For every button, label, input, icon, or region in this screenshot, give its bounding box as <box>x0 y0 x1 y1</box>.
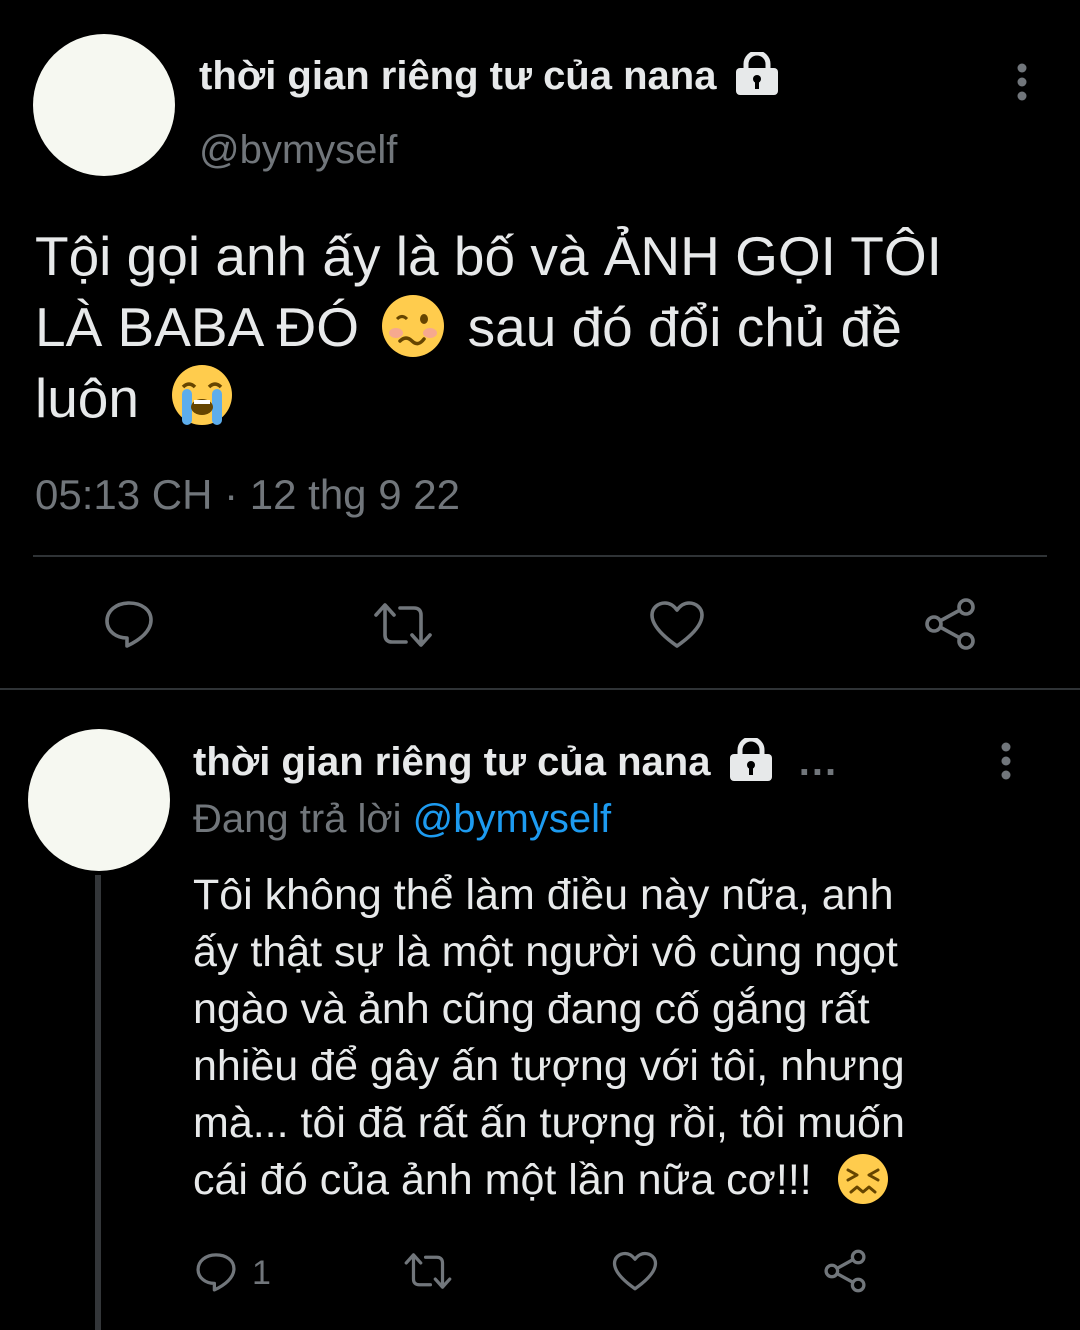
reply-text-segment: cái đó của ảnh một lần nữa cơ!!! <box>193 1156 812 1204</box>
tweet-text-line: luôn <box>35 363 1045 434</box>
divider <box>0 688 1080 690</box>
display-name[interactable]: thời gian riêng tư của nana <box>199 52 780 99</box>
avatar[interactable] <box>33 34 175 176</box>
tweet-text-segment: luôn <box>35 367 139 429</box>
tweet-text-line: LÀ BABA ĐÓ sau đó đổi chủ đề <box>35 292 1045 363</box>
tweet-text-line: Tội gọi anh ấy là bố và ẢNH GỌI TÔI <box>35 225 942 287</box>
lock-icon <box>729 738 772 782</box>
divider <box>33 555 1047 557</box>
reply-text-line: mà... tôi đã rất ấn tượng rồi, tôi muốn <box>193 1099 905 1147</box>
replying-to-prefix: Đang trả lời <box>193 797 402 841</box>
reply-text-line: nhiều để gây ấn tượng với tôi, nhưng <box>193 1042 905 1090</box>
tweet-text: Tội gọi anh ấy là bố và ẢNH GỌI TÔI LÀ B… <box>35 221 1045 434</box>
replying-to: Đang trả lời @bymyself <box>193 797 611 842</box>
handle[interactable]: @bymyself <box>199 128 397 173</box>
tweet-text-segment: LÀ BABA ĐÓ <box>35 296 360 358</box>
reply-count: 1 <box>252 1254 271 1292</box>
avatar[interactable] <box>28 729 170 871</box>
more-options-icon[interactable] <box>1016 62 1028 102</box>
like-icon[interactable] <box>649 600 705 650</box>
woozy-face-emoji-icon <box>382 295 445 358</box>
thread-line <box>95 875 101 1330</box>
reply-icon[interactable] <box>102 597 156 651</box>
replying-to-mention[interactable]: @bymyself <box>413 797 611 841</box>
loudly-crying-face-emoji-icon <box>172 365 233 426</box>
reply-text: Tôi không thể làm điều này nữa, anh ấy t… <box>193 867 1053 1209</box>
lock-icon <box>735 52 778 96</box>
confounded-face-emoji-icon <box>837 1153 888 1204</box>
tweet-text-segment: sau đó đổi chủ đề <box>467 296 902 358</box>
timestamp[interactable]: 05:13 CH · 12 thg 9 22 <box>35 471 460 519</box>
display-name-text: thời gian riêng tư của nana <box>193 740 711 784</box>
display-name-text: thời gian riêng tư của nana <box>199 54 717 98</box>
reply-text-line: Tôi không thể làm điều này nữa, anh <box>193 871 894 919</box>
reply-text-line: cái đó của ảnh một lần nữa cơ!!! <box>193 1152 1053 1209</box>
share-icon[interactable] <box>822 1248 868 1294</box>
retweet-icon[interactable] <box>403 1250 453 1292</box>
share-icon[interactable] <box>922 596 978 652</box>
like-icon[interactable] <box>612 1251 658 1292</box>
reply-icon[interactable] <box>194 1250 238 1294</box>
display-name[interactable]: thời gian riêng tư của nana ... <box>193 738 839 785</box>
reply-text-line: ngào và ảnh cũng đang cố gắng rất <box>193 985 870 1033</box>
retweet-icon[interactable] <box>372 599 434 651</box>
truncation-ellipsis: ... <box>798 740 839 784</box>
more-options-icon[interactable] <box>1000 741 1012 781</box>
reply-text-line: ấy thật sự là một người vô cùng ngọt <box>193 928 898 976</box>
